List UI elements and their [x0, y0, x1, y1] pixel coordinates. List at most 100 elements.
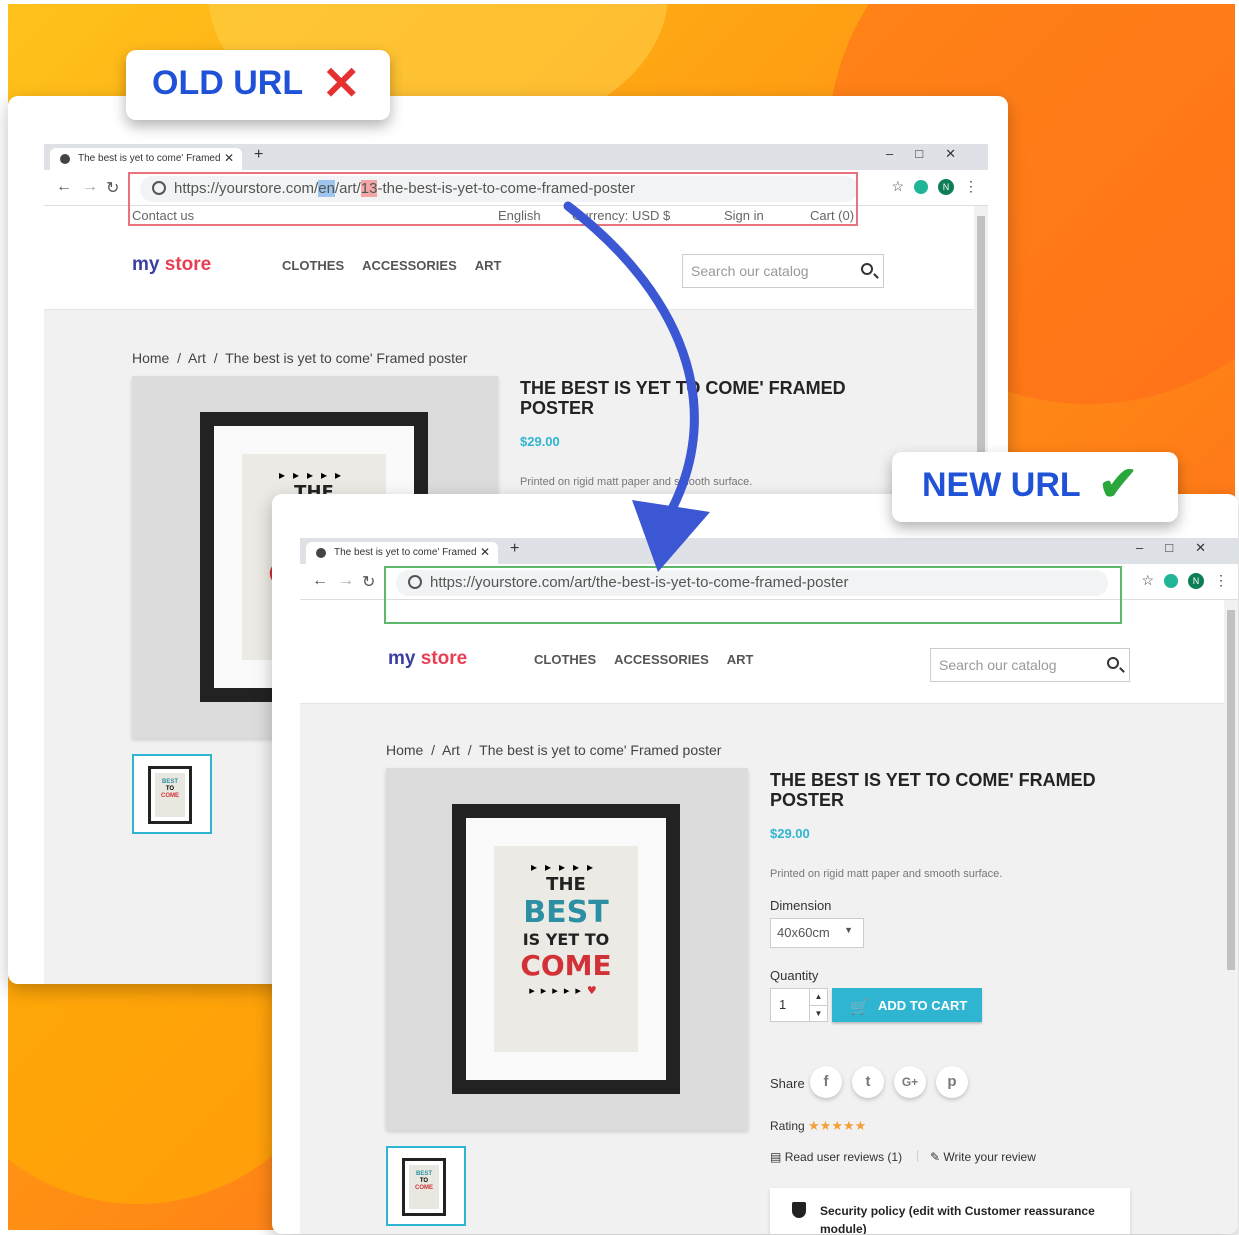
window-controls[interactable]: –□✕ [1136, 540, 1228, 556]
back-icon[interactable]: ← [56, 178, 72, 196]
dimension-value: 40x60cm [777, 925, 830, 940]
poster-art: ▸▸▸▸▸ THE BEST IS YET TO COME ▸▸▸▸▸♥ [494, 846, 638, 1052]
poster-mat: ▸▸▸▸▸ THE BEST IS YET TO COME ▸▸▸▸▸♥ [466, 818, 666, 1080]
poster-line-the: THE [546, 874, 586, 895]
new-tab-icon[interactable]: + [510, 540, 519, 558]
menu-item-accessories[interactable]: ACCESSORIES [614, 652, 709, 667]
menu-item-clothes[interactable]: CLOTHES [534, 652, 596, 667]
review-divider: | [916, 1148, 920, 1162]
main-menu: CLOTHES ACCESSORIES ART [282, 258, 519, 273]
dimension-select[interactable]: 40x60cm ▼ [770, 918, 864, 948]
tab-title: The best is yet to come' Framed [78, 153, 221, 164]
thumbnail-line-to: TO [419, 1178, 429, 1184]
breadcrumb-art[interactable]: Art [442, 742, 460, 758]
new-tab-icon[interactable]: + [254, 146, 263, 164]
pencil-icon: ✎ [930, 1150, 941, 1164]
read-reviews-link[interactable]: ▤ Read user reviews (1) [770, 1150, 902, 1164]
profile-avatar[interactable]: N [1188, 573, 1204, 590]
add-to-cart-label: ADD TO CART [878, 998, 968, 1013]
logo-store: store [420, 648, 468, 669]
product-thumbnail[interactable]: BEST TO COME [132, 754, 212, 834]
rating-label: Rating [770, 1119, 805, 1133]
redirect-arrow [563, 201, 710, 572]
forward-icon[interactable]: → [338, 572, 354, 590]
reload-icon[interactable]: ↻ [362, 572, 375, 592]
store-header: my store CLOTHES ACCESSORIES ART Search ou… [300, 622, 1238, 704]
quantity-stepper[interactable]: 1 ▲ ▼ [770, 988, 828, 1022]
cart-icon: 🛒 [850, 999, 869, 1016]
dimension-label: Dimension [770, 898, 832, 913]
twitter-icon[interactable]: t [852, 1066, 884, 1098]
forward-icon[interactable]: → [82, 178, 98, 196]
reload-icon[interactable]: ↻ [106, 178, 119, 198]
tab-bar: The best is yet to come' Framed ✕ + –□✕ [44, 144, 988, 170]
add-to-cart-button[interactable]: 🛒 ADD TO CART [832, 988, 982, 1022]
thumbnail-line-come: COME [161, 793, 179, 799]
back-icon[interactable]: ← [312, 572, 328, 590]
security-policy-text: Security policy (edit with Customer reas… [820, 1204, 1095, 1234]
comment-icon: ▤ [770, 1150, 782, 1164]
read-reviews-label: Read user reviews (1) [784, 1150, 903, 1164]
scrollbar-thumb[interactable] [1227, 610, 1235, 970]
facebook-icon[interactable]: f [810, 1066, 842, 1098]
star-icon[interactable]: ☆ [891, 178, 904, 194]
quantity-label: Quantity [770, 968, 819, 983]
breadcrumb: Home / Art / The best is yet to come' Fr… [132, 350, 468, 366]
rating-stars-icon: ★★★★★ [808, 1118, 867, 1133]
search-icon[interactable] [1107, 657, 1119, 669]
thumbnail-line-best: BEST [415, 1171, 432, 1177]
breadcrumb-home[interactable]: Home [132, 350, 169, 366]
quantity-down-icon[interactable]: ▼ [809, 1005, 827, 1021]
thumbnail-poster: BEST TO COME [409, 1165, 439, 1209]
product-thumbnail[interactable]: BEST TO COME [386, 1146, 466, 1226]
browser-tab[interactable]: The best is yet to come' Framed ✕ [50, 148, 242, 170]
window-controls[interactable]: –□✕ [886, 146, 978, 162]
profile-avatar[interactable]: N [938, 179, 954, 196]
close-tab-icon[interactable]: ✕ [224, 151, 234, 165]
thumbnail-line-come: COME [415, 1185, 433, 1191]
write-review-link[interactable]: ✎ Write your review [930, 1150, 1036, 1164]
menu-item-clothes[interactable]: CLOTHES [282, 258, 344, 273]
old-url-label: OLD URL [152, 64, 304, 102]
menu-item-accessories[interactable]: ACCESSORIES [362, 258, 457, 273]
pinterest-icon[interactable]: p [936, 1066, 968, 1098]
quantity-up-icon[interactable]: ▲ [809, 989, 827, 1005]
shield-icon [792, 1202, 806, 1218]
star-icon[interactable]: ☆ [1141, 572, 1154, 588]
write-review-label: Write your review [943, 1150, 1036, 1164]
tab-title: The best is yet to come' Framed [334, 547, 477, 558]
browser-tab[interactable]: The best is yet to come' Framed ✕ [306, 542, 498, 564]
quantity-value: 1 [779, 997, 787, 1012]
search-placeholder: Search our catalog [939, 657, 1057, 673]
menu-item-art[interactable]: ART [727, 652, 754, 667]
extension-icon[interactable] [1164, 574, 1178, 589]
google-plus-icon[interactable]: G+ [894, 1066, 926, 1098]
new-url-label: NEW URL [922, 466, 1081, 504]
logo-my: my [132, 254, 160, 275]
rating: Rating ★★★★★ [770, 1118, 866, 1134]
search-input[interactable]: Search our catalog [930, 648, 1130, 682]
store-logo[interactable]: my store [388, 648, 467, 670]
security-policy-block: Security policy (edit with Customer reas… [770, 1188, 1130, 1234]
favicon-icon [316, 548, 326, 558]
breadcrumb-art[interactable]: Art [188, 350, 206, 366]
breadcrumb-home[interactable]: Home [386, 742, 423, 758]
favicon-icon [60, 154, 70, 164]
menu-icon[interactable]: ⋮ [1214, 572, 1228, 588]
thumbnail-line-best: BEST [161, 779, 178, 785]
tab-bar: The best is yet to come' Framed ✕ + –□✕ [300, 538, 1238, 564]
chevron-down-icon: ▼ [844, 925, 853, 935]
product-image[interactable]: ▸▸▸▸▸ THE BEST IS YET TO COME ▸▸▸▸▸♥ [386, 768, 748, 1130]
menu-icon[interactable]: ⋮ [964, 178, 978, 194]
new-browser-window: The best is yet to come' Framed ✕ + –□✕ … [300, 538, 1238, 1234]
new-url-highlight [384, 566, 1122, 624]
extension-icon[interactable] [914, 180, 928, 195]
close-tab-icon[interactable]: ✕ [480, 545, 490, 559]
search-icon[interactable] [861, 263, 873, 275]
product-description: Printed on rigid matt paper and smooth s… [770, 868, 1003, 880]
store-logo[interactable]: my store [132, 254, 211, 276]
menu-item-art[interactable]: ART [475, 258, 502, 273]
scrollbar[interactable] [1224, 600, 1238, 1234]
red-cross-icon: ✕ [322, 57, 361, 109]
thumbnail-line-to: TO [165, 786, 175, 792]
